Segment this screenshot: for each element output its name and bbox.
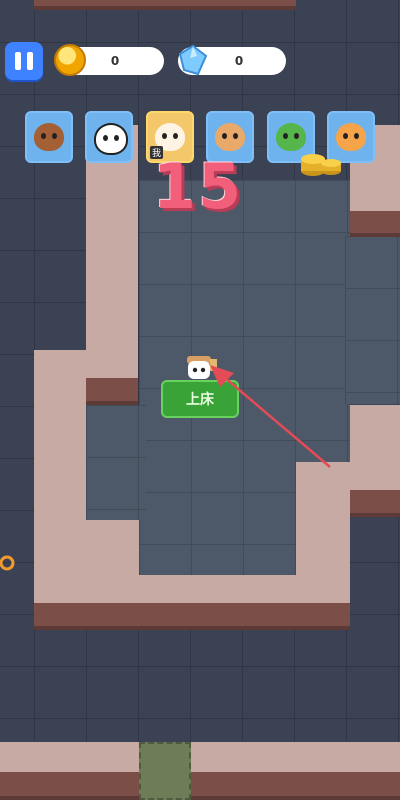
eye xyxy=(162,133,167,139)
room-floor-left xyxy=(86,405,146,520)
eye xyxy=(222,133,227,139)
coin-icon xyxy=(54,44,86,76)
eye xyxy=(52,133,57,139)
pointer-arrow xyxy=(210,365,331,468)
countdown-timer: 15 xyxy=(152,150,244,223)
wall-face-3 xyxy=(34,603,350,630)
green-floor-tile[interactable] xyxy=(139,742,191,800)
coin-stack-icon xyxy=(301,154,341,176)
pause-button[interactable] xyxy=(5,42,43,80)
wall-right-mid xyxy=(350,405,400,490)
eye xyxy=(103,135,108,141)
cow-avatar[interactable] xyxy=(85,111,133,163)
coin-count: 0 xyxy=(110,54,120,68)
room-floor-right xyxy=(345,236,400,404)
wall-face-5 xyxy=(350,490,400,517)
wall-right-column xyxy=(296,462,350,602)
eye xyxy=(294,133,299,139)
capybara-avatar[interactable] xyxy=(25,111,73,163)
gem-count: 0 xyxy=(234,54,244,68)
wall-face-2 xyxy=(86,378,138,405)
eye xyxy=(173,133,178,139)
ring-icon xyxy=(0,555,15,571)
cow-face xyxy=(94,123,128,155)
eye xyxy=(354,133,359,139)
wall-bottom-floor-right xyxy=(191,742,400,772)
wall-face-4 xyxy=(350,211,400,237)
eye xyxy=(283,133,288,139)
wall-face-1 xyxy=(34,0,296,10)
wall-face-6 xyxy=(0,772,139,800)
eye xyxy=(343,133,348,139)
eye xyxy=(114,135,119,141)
wall-face-7 xyxy=(191,772,400,800)
hamster-face xyxy=(215,123,245,151)
pause-icon-bar xyxy=(27,52,33,70)
eye xyxy=(233,133,238,139)
wall-bottom-floor-left xyxy=(0,742,139,772)
eye xyxy=(41,133,46,139)
gem-icon xyxy=(178,44,208,76)
pause-icon-bar xyxy=(15,52,21,70)
capybara-face xyxy=(34,123,64,151)
